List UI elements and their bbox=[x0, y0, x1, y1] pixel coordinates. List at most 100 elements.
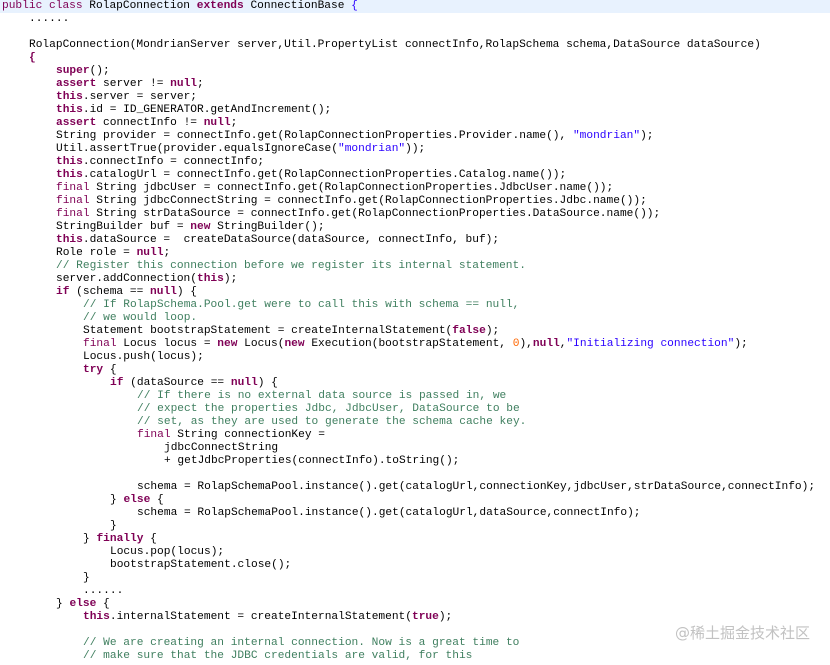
code-line[interactable]: server.addConnection(this); bbox=[0, 273, 237, 286]
code-editor[interactable]: public class RolapConnection extends Con… bbox=[0, 0, 830, 665]
code-token-keyword: false bbox=[452, 325, 486, 337]
code-line[interactable]: } else { bbox=[0, 598, 110, 611]
code-token-text: ); bbox=[438, 611, 453, 623]
code-line[interactable]: jdbcConnectString bbox=[0, 442, 278, 455]
code-line[interactable]: this.internalStatement = createInternalS… bbox=[0, 611, 452, 624]
code-line[interactable]: } bbox=[0, 572, 90, 585]
code-token-string: "Initializing connection" bbox=[566, 338, 735, 350]
code-line[interactable]: Util.assertTrue(provider.equalsIgnoreCas… bbox=[0, 143, 425, 156]
code-token-keyword: new bbox=[217, 338, 238, 350]
code-token-text: )); bbox=[405, 143, 426, 155]
code-line[interactable]: schema = RolapSchemaPool.instance().get(… bbox=[0, 481, 815, 494]
code-line[interactable]: Statement bootstrapStatement = createInt… bbox=[0, 325, 499, 338]
code-line[interactable]: String provider = connectInfo.get(RolapC… bbox=[0, 130, 654, 143]
code-token-keyword: if bbox=[56, 286, 70, 298]
code-line[interactable]: RolapConnection(MondrianServer server,Ut… bbox=[0, 39, 761, 52]
code-line[interactable]: // If there is no external data source i… bbox=[0, 390, 506, 403]
code-token-text: ); bbox=[640, 130, 654, 142]
code-line[interactable]: if (dataSource == null) { bbox=[0, 377, 278, 390]
code-line[interactable]: final String jdbcUser = connectInfo.get(… bbox=[0, 182, 613, 195]
code-token-text: Role role = bbox=[56, 247, 137, 259]
code-line[interactable]: schema = RolapSchemaPool.instance().get(… bbox=[0, 507, 641, 520]
code-line[interactable]: // expect the properties Jdbc, JdbcUser,… bbox=[0, 403, 520, 416]
code-token-text: ; bbox=[163, 247, 171, 259]
code-line[interactable]: public class RolapConnection extends Con… bbox=[0, 0, 830, 13]
code-token-keyword: assert bbox=[56, 78, 97, 90]
code-token-text: .server = server; bbox=[82, 91, 197, 103]
code-line[interactable]: final String jdbcConnectString = connect… bbox=[0, 195, 647, 208]
code-line[interactable]: } bbox=[0, 520, 117, 533]
code-line[interactable]: bootstrapStatement.close(); bbox=[0, 559, 291, 572]
code-token-text: ); bbox=[485, 325, 500, 337]
code-line[interactable]: this.id = ID_GENERATOR.getAndIncrement()… bbox=[0, 104, 331, 117]
code-token-text: .internalStatement = createInternalState… bbox=[109, 611, 412, 623]
code-line[interactable]: Locus.pop(locus); bbox=[0, 546, 224, 559]
code-line[interactable]: + getJdbcProperties(connectInfo).toStrin… bbox=[0, 455, 459, 468]
code-line[interactable]: final Locus locus = new Locus(new Execut… bbox=[0, 338, 748, 351]
code-token-string: "mondrian" bbox=[572, 130, 641, 142]
code-line[interactable]: final String connectionKey = bbox=[0, 429, 325, 442]
code-token-text: } bbox=[110, 520, 117, 532]
code-token-text: } bbox=[83, 533, 97, 545]
code-token-text: ) { bbox=[257, 377, 278, 389]
code-token-keyword: extends bbox=[196, 0, 244, 12]
code-token-text: + getJdbcProperties(connectInfo).toStrin… bbox=[164, 455, 460, 467]
code-line[interactable]: // set, as they are used to generate the… bbox=[0, 416, 526, 429]
code-token-text: { bbox=[103, 364, 117, 376]
code-token-modifier: final bbox=[83, 338, 117, 350]
code-line[interactable]: } finally { bbox=[0, 533, 157, 546]
code-token-text: String strDataSource = connectInfo.get(R… bbox=[89, 208, 661, 220]
code-line[interactable]: Locus.push(locus); bbox=[0, 351, 204, 364]
code-line[interactable]: { bbox=[0, 52, 36, 65]
code-line[interactable]: // we would loop. bbox=[0, 312, 197, 325]
code-line[interactable]: this.catalogUrl = connectInfo.get(RolapC… bbox=[0, 169, 566, 182]
code-line[interactable]: // make sure that the JDBC credentials a… bbox=[0, 650, 472, 663]
code-token-keyword: super bbox=[56, 65, 90, 77]
code-line[interactable]: try { bbox=[0, 364, 117, 377]
code-line[interactable]: StringBuilder buf = new StringBuilder(); bbox=[0, 221, 325, 234]
code-token-text: (schema == bbox=[69, 286, 151, 298]
code-line[interactable] bbox=[0, 468, 2, 481]
code-line[interactable]: assert server != null; bbox=[0, 78, 204, 91]
code-token-text: } bbox=[83, 572, 90, 584]
code-token-keyword: this bbox=[56, 234, 83, 246]
code-token-comment: // set, as they are used to generate the… bbox=[137, 416, 527, 428]
code-token-keyword: new bbox=[190, 221, 211, 233]
code-line[interactable]: this.server = server; bbox=[0, 91, 197, 104]
code-line[interactable]: final String strDataSource = connectInfo… bbox=[0, 208, 660, 221]
code-token-text: ), bbox=[519, 338, 533, 350]
code-line[interactable]: this.dataSource = createDataSource(dataS… bbox=[0, 234, 499, 247]
code-line[interactable]: ...... bbox=[0, 13, 69, 26]
code-token-text: ) { bbox=[176, 286, 198, 298]
code-line[interactable]: Role role = null; bbox=[0, 247, 170, 260]
code-line[interactable]: assert connectInfo != null; bbox=[0, 117, 237, 130]
code-token-text: Locus locus = bbox=[116, 338, 218, 350]
code-line[interactable]: this.connectInfo = connectInfo; bbox=[0, 156, 264, 169]
code-token-text: Locus( bbox=[237, 338, 285, 350]
code-token-text: Locus.push(locus); bbox=[83, 351, 204, 363]
code-line[interactable]: ...... bbox=[0, 585, 123, 598]
code-token-comment: // Register this connection before we re… bbox=[56, 260, 526, 272]
code-line[interactable]: if (schema == null) { bbox=[0, 286, 197, 299]
code-line[interactable] bbox=[0, 624, 2, 637]
code-line[interactable]: // We are creating an internal connectio… bbox=[0, 637, 519, 650]
code-line[interactable]: // Register this connection before we re… bbox=[0, 260, 526, 273]
code-token-modifier: final bbox=[56, 195, 90, 207]
code-token-text: String provider = connectInfo.get(RolapC… bbox=[56, 130, 573, 142]
code-line[interactable]: } else { bbox=[0, 494, 164, 507]
code-token-text: (); bbox=[89, 65, 110, 77]
code-token-keyword: this bbox=[197, 273, 224, 285]
code-token-text: Statement bootstrapStatement = createInt… bbox=[83, 325, 453, 337]
code-line[interactable]: super(); bbox=[0, 65, 110, 78]
code-line[interactable]: // If RolapSchema.Pool.get were to call … bbox=[0, 299, 519, 312]
code-token-text: { bbox=[96, 598, 110, 610]
code-token-text: ; bbox=[230, 117, 238, 129]
code-token-keyword: this bbox=[83, 611, 110, 623]
code-token-text: { bbox=[143, 533, 157, 545]
code-token-text: StringBuilder(); bbox=[210, 221, 325, 233]
code-token-comment: // expect the properties Jdbc, JdbcUser,… bbox=[137, 403, 520, 415]
code-line[interactable] bbox=[0, 26, 2, 39]
code-token-text: Util.assertTrue(provider.equalsIgnoreCas… bbox=[56, 143, 338, 155]
code-token-comment: // If there is no external data source i… bbox=[137, 390, 507, 402]
code-token-text: .connectInfo = connectInfo; bbox=[82, 156, 265, 168]
